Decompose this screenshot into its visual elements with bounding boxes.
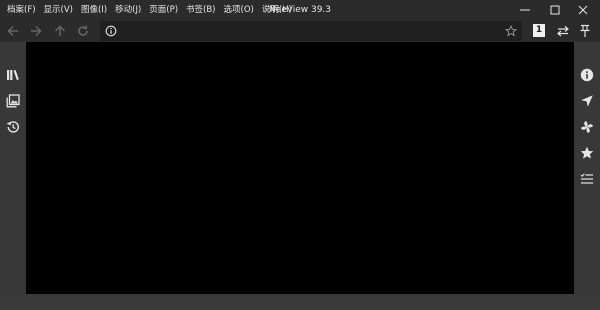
address-input[interactable] [122, 21, 497, 41]
bookmark-icon [580, 146, 594, 159]
window-title: NeeView 39.3 [268, 5, 332, 15]
minimize-icon [520, 9, 530, 11]
neeview-window: 档案(F) 显示(V) 图像(I) 移动(J) 页面(P) 书签(B) 选项(O… [0, 0, 600, 310]
navigator-icon [581, 95, 593, 107]
page-direction-icon [557, 26, 569, 37]
bookmark-star-icon[interactable] [505, 25, 517, 37]
pin-icon [580, 24, 590, 37]
page-list-icon [6, 94, 20, 108]
menu-bookmark[interactable]: 书签(B) [182, 0, 219, 20]
info-circle-icon[interactable] [105, 25, 117, 37]
image-viewer[interactable] [26, 42, 574, 294]
page-number-indicator[interactable]: 1 [533, 24, 545, 37]
minimize-button[interactable] [508, 0, 542, 20]
bookshelf-button[interactable] [4, 66, 22, 84]
bookshelf-icon [7, 70, 19, 80]
right-panel-bar [574, 42, 600, 294]
playlist-button[interactable] [578, 170, 596, 188]
bookmark-button[interactable] [578, 144, 596, 162]
close-icon [578, 5, 588, 15]
close-button[interactable] [566, 0, 600, 20]
reload-icon [78, 25, 88, 36]
status-bar [0, 294, 600, 310]
left-panel-bar [0, 42, 26, 294]
up-button[interactable] [51, 22, 69, 40]
menu-view[interactable]: 显示(V) [40, 0, 77, 20]
up-arrow-icon [55, 25, 65, 36]
page-list-button[interactable] [4, 92, 22, 110]
history-button[interactable] [4, 118, 22, 136]
menu-image[interactable]: 图像(I) [77, 0, 111, 20]
information-button[interactable] [578, 66, 596, 84]
title-bar: 档案(F) 显示(V) 图像(I) 移动(J) 页面(P) 书签(B) 选项(O… [0, 0, 600, 20]
playlist-icon [580, 173, 593, 184]
forward-arrow-icon [31, 26, 42, 36]
effect-button[interactable] [578, 118, 596, 136]
reload-button[interactable] [74, 22, 92, 40]
menu-jump[interactable]: 移动(J) [111, 0, 145, 20]
back-arrow-icon [7, 26, 18, 36]
address-bar[interactable] [100, 21, 522, 41]
menu-page[interactable]: 页面(P) [145, 0, 182, 20]
information-icon [580, 68, 594, 82]
history-icon [6, 121, 19, 133]
forward-button[interactable] [27, 22, 45, 40]
page-direction-button[interactable] [554, 22, 572, 40]
menu-file[interactable]: 档案(F) [3, 0, 40, 20]
effect-icon [581, 121, 593, 133]
maximize-icon [550, 5, 560, 15]
pin-button[interactable] [576, 22, 594, 40]
navigator-button[interactable] [578, 92, 596, 110]
back-button[interactable] [4, 22, 22, 40]
address-toolbar: 1 [0, 20, 600, 42]
